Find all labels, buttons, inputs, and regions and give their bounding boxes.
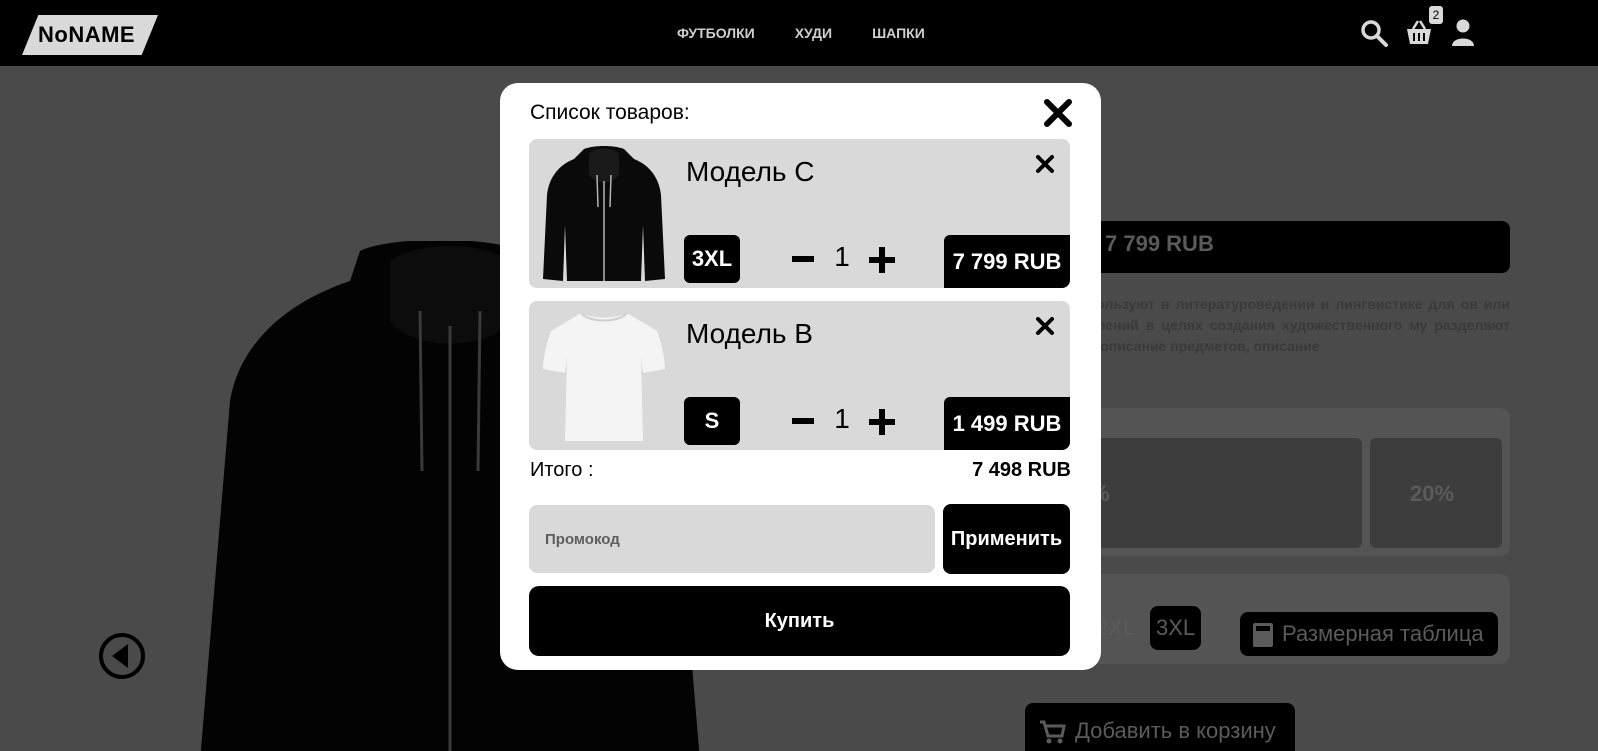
item-price: 1 499 RUB	[944, 397, 1070, 450]
logo-text: NoNAME	[38, 22, 136, 47]
item-name: Модель C	[686, 156, 815, 187]
remove-item-icon[interactable]	[1034, 315, 1056, 337]
user-icon[interactable]	[1448, 18, 1478, 48]
logo[interactable]: NoNAME	[22, 15, 158, 55]
nav-link-hoodies[interactable]: ХУДИ	[795, 25, 832, 41]
item-size-badge: 3XL	[684, 235, 740, 283]
quantity-value: 1	[834, 403, 850, 434]
total-label: Итого :	[530, 459, 594, 481]
item-price: 7 799 RUB	[944, 235, 1070, 288]
apply-promo-button[interactable]: Применить	[943, 504, 1070, 574]
nav-link-tshirts[interactable]: ФУТБОЛКИ	[677, 25, 755, 41]
nav-link-caps[interactable]: ШАПКИ	[872, 25, 925, 41]
tshirt-thumbnail	[543, 312, 665, 441]
add-to-cart-label: Добавить в корзину	[1075, 718, 1276, 743]
hoodie-thumbnail	[543, 146, 665, 281]
cart-count-badge: 2	[1429, 6, 1443, 24]
quantity-value: 1	[834, 241, 850, 272]
total-value: 7 498 RUB	[972, 459, 1071, 481]
quantity-increase-button[interactable]	[869, 247, 895, 273]
bg-discount-label: 20%	[1410, 481, 1455, 506]
quantity-decrease-button[interactable]	[792, 418, 814, 424]
remove-item-icon[interactable]	[1034, 153, 1056, 175]
bg-price: 7 799 RUB	[1105, 231, 1214, 256]
cart-item: Модель B S 1 1 499 RUB	[529, 301, 1070, 450]
search-icon[interactable]	[1359, 18, 1389, 48]
quantity-increase-button[interactable]	[869, 409, 895, 435]
modal-title: Список товаров:	[530, 101, 690, 124]
bg-size-option[interactable]: 3XL	[1150, 606, 1202, 650]
cart-item: Модель C 3XL 1 7 799 RUB	[529, 139, 1070, 288]
site-header: NoNAME ФУТБОЛКИ ХУДИ ШАПКИ 2	[0, 0, 1598, 66]
cart-modal: Список товаров: Модель C 3XL 1 7 799 RUB…	[500, 83, 1101, 670]
quantity-decrease-button[interactable]	[792, 256, 814, 262]
buy-button[interactable]: Купить	[529, 586, 1070, 656]
cart-add-icon	[1040, 720, 1066, 744]
close-icon[interactable]	[1042, 97, 1074, 129]
promo-code-input[interactable]	[529, 505, 935, 573]
bg-description: спользуют в литературоведении и лингвист…	[1080, 296, 1510, 354]
calculator-icon	[1253, 623, 1273, 647]
size-table-label: Размерная таблица	[1282, 621, 1484, 646]
bg-price-box	[1030, 221, 1510, 273]
item-name: Модель B	[686, 318, 813, 349]
item-size-badge: S	[684, 397, 740, 445]
main-nav: ФУТБОЛКИ ХУДИ ШАПКИ	[677, 25, 925, 41]
previous-image-icon[interactable]	[98, 632, 146, 680]
